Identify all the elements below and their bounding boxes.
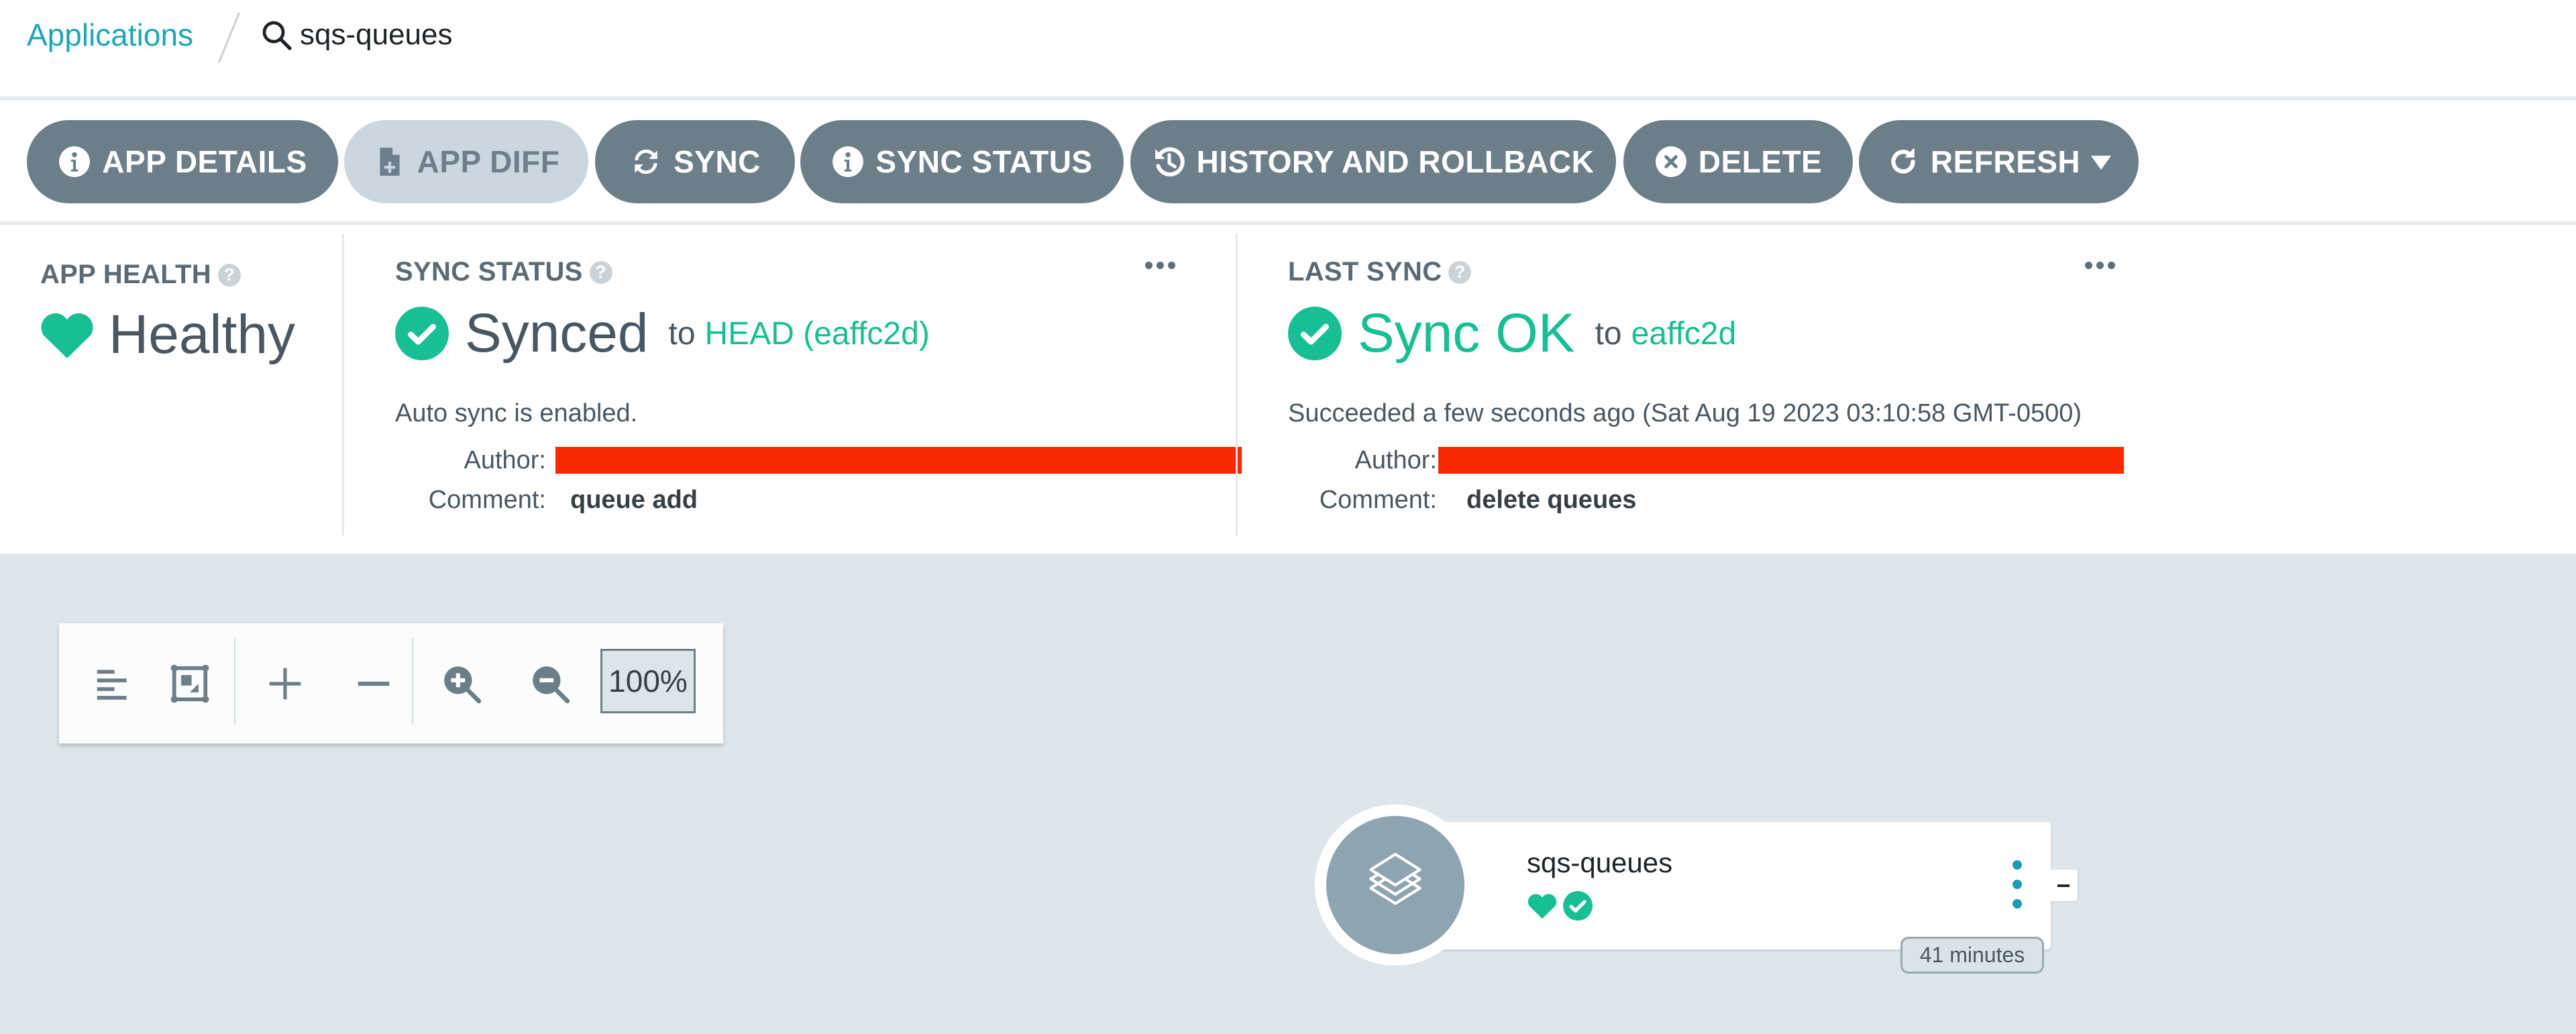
- app-diff-label: APP DIFF: [417, 144, 560, 179]
- last-sync-detail-text: Succeeded a few seconds ago (Sat Aug 19 …: [1288, 399, 2082, 427]
- tool-divider: [234, 637, 235, 725]
- graph-toolbar: 100%: [59, 623, 723, 743]
- app-node-menu-kebab-icon[interactable]: [2008, 860, 2027, 909]
- sync-comment-value: queue add: [570, 486, 698, 514]
- collapse-all-button[interactable]: [350, 660, 397, 707]
- history-icon: [1155, 147, 1185, 176]
- status-panel: APP HEALTH ? Healthy SYNC STATUS ? Synce…: [0, 225, 2576, 554]
- app-health-title-text: APP HEALTH: [40, 260, 211, 289]
- app-node-collapse-button[interactable]: −: [2049, 870, 2078, 901]
- breadcrumb-current-app: sqs-queues: [300, 18, 453, 51]
- tree-view-icon: [97, 670, 127, 700]
- expand-plus-icon: [269, 668, 301, 700]
- zoom-out-icon: [533, 666, 570, 704]
- sync-comment-label: Comment:: [428, 486, 546, 514]
- sync-status-title: SYNC STATUS ?: [395, 257, 612, 287]
- refresh-label: REFRESH: [1930, 144, 2081, 179]
- heart-icon: [1527, 894, 1557, 919]
- breadcrumb-applications-link[interactable]: Applications: [27, 16, 193, 54]
- sync-status-title-text: SYNC STATUS: [395, 257, 583, 287]
- sync-status-menu-ellipsis-icon[interactable]: [1140, 252, 1180, 278]
- sync-status-button[interactable]: SYNC STATUS: [800, 120, 1124, 203]
- app-node-name: sqs-queues: [1527, 847, 1673, 878]
- app-health-title: APP HEALTH ?: [40, 260, 241, 290]
- check-circle-icon: [1563, 891, 1593, 921]
- caret-down-icon[interactable]: [2091, 152, 2112, 172]
- last-sync-author-redacted: [1438, 447, 2124, 474]
- last-sync-menu-ellipsis-icon[interactable]: [2080, 252, 2120, 278]
- sync-status-status: Synced to HEAD (eaffc2d): [395, 300, 930, 367]
- sync-label: SYNC: [674, 144, 761, 179]
- last-sync-title-text: LAST SYNC: [1288, 257, 1442, 287]
- delete-label: DELETE: [1698, 144, 1823, 179]
- last-sync-status: Sync OK to eaffc2d: [1288, 300, 1736, 367]
- app-health-status: Healthy: [39, 301, 295, 368]
- last-sync-comment-label: Comment:: [1319, 486, 1437, 514]
- file-diff-icon: [380, 148, 400, 176]
- sync-status-to: to: [668, 315, 696, 352]
- sync-status-revision-link[interactable]: HEAD (eaffc2d): [705, 315, 930, 352]
- delete-button[interactable]: DELETE: [1623, 120, 1853, 203]
- times-circle-icon: [1655, 146, 1686, 177]
- app-health-value: Healthy: [109, 304, 296, 365]
- redo-icon: [1891, 148, 1915, 174]
- refresh-button[interactable]: REFRESH: [1859, 120, 2139, 203]
- expand-all-button[interactable]: [262, 660, 309, 707]
- zoom-out-button[interactable]: [527, 660, 574, 707]
- collapse-minus-icon: [358, 681, 390, 686]
- tree-view-button[interactable]: [89, 660, 136, 707]
- sync-button[interactable]: SYNC: [595, 120, 795, 203]
- check-circle-icon: [395, 307, 449, 360]
- zoom-in-icon: [444, 666, 482, 704]
- sync-author-redacted: [555, 447, 1242, 474]
- heart-icon: [41, 313, 93, 358]
- app-node-kind: [1326, 816, 1464, 954]
- zoom-in-button[interactable]: [438, 660, 485, 707]
- search-icon[interactable]: [260, 19, 292, 51]
- last-sync-title: LAST SYNC ?: [1288, 257, 1472, 287]
- app-diff-button[interactable]: APP DIFF: [344, 120, 588, 203]
- last-sync-value: Sync OK: [1358, 303, 1575, 364]
- help-icon[interactable]: ?: [1448, 260, 1472, 284]
- panel-divider: [342, 234, 344, 535]
- info-circle-icon: [833, 146, 864, 177]
- last-sync-revision-link[interactable]: eaffc2d: [1631, 315, 1737, 352]
- app-toolbar: APP DETAILS APP DIFF SYNC SYNC STATUS HI…: [0, 100, 2576, 223]
- sync-author-label: Author:: [464, 446, 546, 474]
- sync-icon: [635, 149, 657, 174]
- fit-to-screen-icon: [170, 664, 209, 703]
- history-and-rollback-button[interactable]: HISTORY AND ROLLBACK: [1130, 120, 1616, 203]
- auto-sync-text: Auto sync is enabled.: [395, 399, 638, 427]
- zoom-level-input[interactable]: 100%: [600, 649, 696, 713]
- sync-status-label: SYNC STATUS: [875, 144, 1093, 179]
- layers-icon: [1369, 853, 1421, 905]
- history-and-rollback-label: HISTORY AND ROLLBACK: [1196, 144, 1595, 179]
- fit-to-screen-button[interactable]: [166, 660, 213, 707]
- panel-divider: [1236, 234, 1238, 535]
- last-sync-author-label: Author:: [1354, 446, 1437, 474]
- last-sync-comment-value: delete queues: [1466, 486, 1637, 514]
- help-icon[interactable]: ?: [589, 260, 612, 284]
- app-node[interactable]: [1392, 822, 2051, 949]
- app-details-button[interactable]: APP DETAILS: [27, 120, 338, 203]
- check-circle-icon: [1288, 307, 1342, 360]
- app-details-label: APP DETAILS: [102, 144, 307, 179]
- info-circle-icon: [59, 146, 91, 177]
- last-sync-to: to: [1595, 315, 1622, 352]
- tool-divider: [412, 637, 413, 725]
- help-icon[interactable]: ?: [217, 263, 241, 287]
- sync-status-value: Synced: [465, 303, 649, 364]
- app-node-age-badge: 41 minutes: [1900, 937, 2044, 974]
